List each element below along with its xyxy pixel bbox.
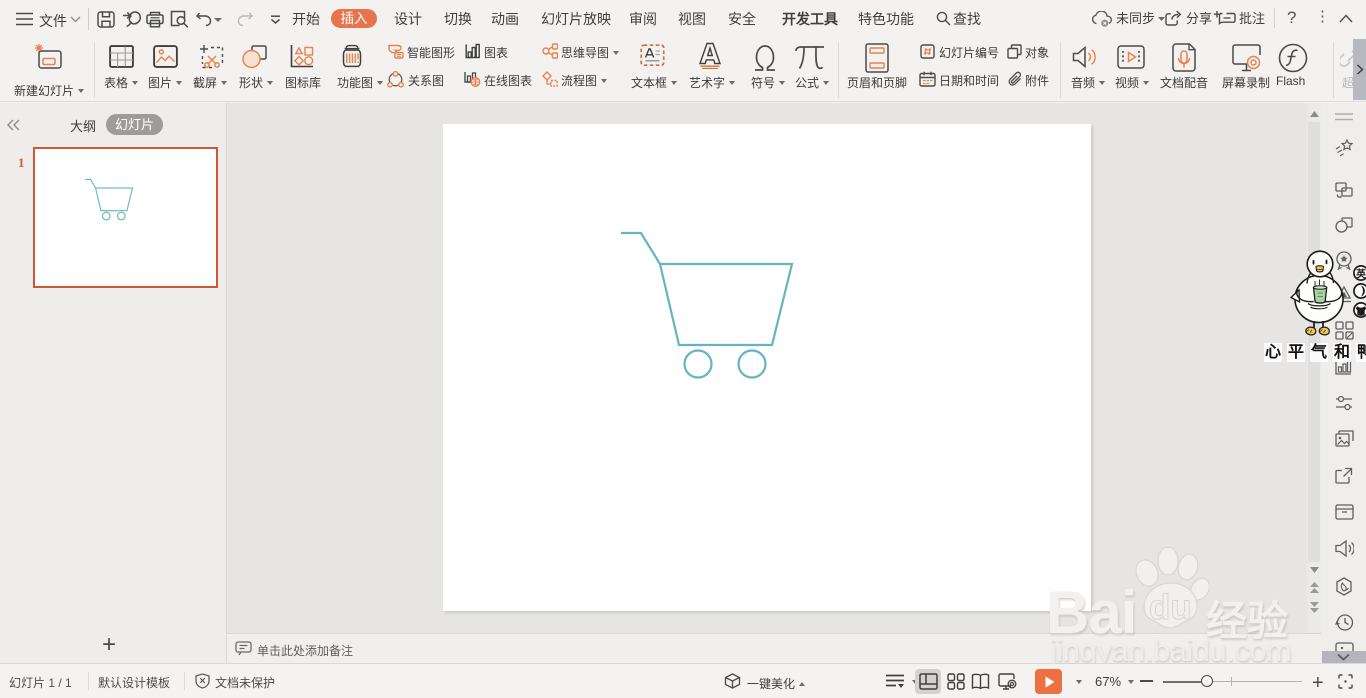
svg-text:英: 英 (1355, 268, 1366, 281)
svg-text:du: du (1149, 588, 1192, 627)
